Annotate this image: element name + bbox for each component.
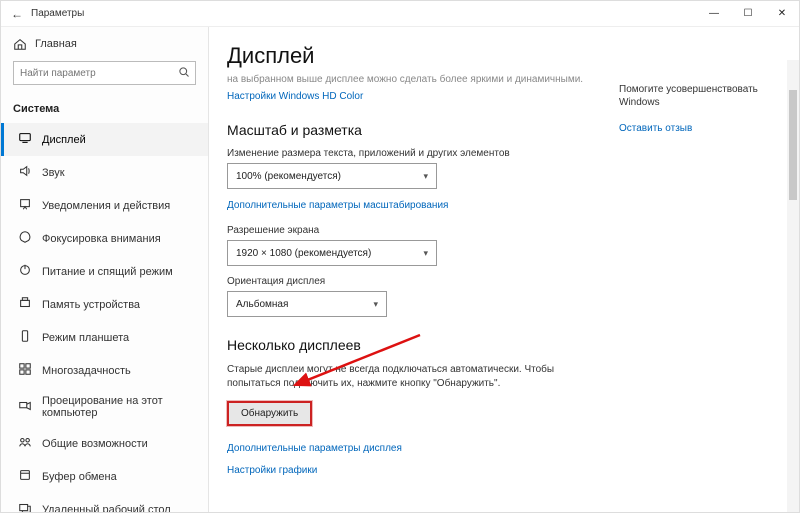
sidebar-item-icon (18, 329, 32, 346)
orientation-select[interactable]: Альбомная ▾ (227, 291, 387, 317)
multi-displays-heading: Несколько дисплеев (227, 337, 601, 353)
minimize-button[interactable]: — (697, 1, 731, 27)
sidebar-item-11[interactable]: Удаленный рабочий стол (1, 493, 208, 512)
feedback-link[interactable]: Оставить отзыв (619, 123, 692, 134)
aside-panel: Помогите усовершенствовать Windows Остав… (619, 27, 799, 512)
hd-color-link[interactable]: Настройки Windows HD Color (227, 91, 363, 102)
sidebar-item-8[interactable]: Проецирование на этот компьютер (1, 387, 208, 427)
chevron-down-icon: ▾ (373, 299, 378, 310)
sidebar-item-2[interactable]: Уведомления и действия (1, 189, 208, 222)
detect-button[interactable]: Обнаружить (227, 401, 312, 426)
orientation-label: Ориентация дисплея (227, 276, 601, 287)
sidebar-item-label: Режим планшета (42, 332, 129, 344)
sidebar-item-label: Фокусировка внимания (42, 233, 161, 245)
scale-value: 100% (рекомендуется) (236, 171, 341, 182)
sidebar-item-0[interactable]: Дисплей (1, 123, 208, 156)
sidebar-item-icon (18, 230, 32, 247)
sidebar-item-icon (18, 263, 32, 280)
advanced-scaling-link[interactable]: Дополнительные параметры масштабирования (227, 200, 448, 211)
scrollbar-thumb[interactable] (789, 90, 797, 200)
sidebar-list: Дисплей Звук Уведомления и действия Фокусир… (1, 123, 208, 512)
window-title: Параметры (31, 8, 84, 19)
sidebar-item-label: Питание и спящий режим (42, 266, 173, 278)
sidebar-item-label: Общие возможности (42, 438, 148, 450)
back-button[interactable]: ← (11, 7, 23, 21)
search-icon (178, 66, 190, 78)
sidebar-item-icon (18, 164, 32, 181)
sidebar-item-icon (18, 501, 32, 512)
sidebar-item-3[interactable]: Фокусировка внимания (1, 222, 208, 255)
sidebar-item-4[interactable]: Питание и спящий режим (1, 255, 208, 288)
sidebar-item-7[interactable]: Многозадачность (1, 354, 208, 387)
sidebar-item-label: Удаленный рабочий стол (42, 504, 171, 513)
home-label: Главная (35, 38, 77, 50)
sidebar-item-icon (18, 362, 32, 379)
resolution-label: Разрешение экрана (227, 225, 601, 236)
multi-displays-text: Старые дисплеи могут не всегда подключат… (227, 363, 557, 391)
scale-label: Изменение размера текста, приложений и д… (227, 148, 601, 159)
orientation-value: Альбомная (236, 299, 288, 310)
sidebar-item-icon (18, 197, 32, 214)
help-text: Помогите усовершенствовать Windows (619, 83, 783, 109)
close-button[interactable]: ✕ (765, 1, 799, 27)
sidebar-item-icon (18, 399, 32, 416)
sidebar-item-icon (18, 296, 32, 313)
sidebar-item-icon (18, 131, 32, 148)
advanced-display-link[interactable]: Дополнительные параметры дисплея (227, 443, 402, 454)
sidebar-item-label: Проецирование на этот компьютер (42, 395, 196, 419)
scale-select[interactable]: 100% (рекомендуется) ▾ (227, 163, 437, 189)
sidebar-item-label: Дисплей (42, 134, 86, 146)
search-input[interactable] (13, 61, 196, 85)
page-title: Дисплей (227, 43, 601, 69)
home-button[interactable]: Главная (13, 37, 196, 51)
scale-heading: Масштаб и разметка (227, 122, 601, 138)
sidebar-item-1[interactable]: Звук (1, 156, 208, 189)
resolution-value: 1920 × 1080 (рекомендуется) (236, 248, 371, 259)
main-content: Дисплей на выбранном выше дисплее можно … (209, 27, 619, 512)
sidebar-section-label: Система (1, 103, 208, 123)
chevron-down-icon: ▾ (423, 171, 428, 182)
sidebar-item-label: Уведомления и действия (42, 200, 170, 212)
intro-text: на выбранном выше дисплее можно сделать … (227, 73, 601, 86)
sidebar-item-5[interactable]: Память устройства (1, 288, 208, 321)
sidebar-item-6[interactable]: Режим планшета (1, 321, 208, 354)
sidebar-item-9[interactable]: Общие возможности (1, 427, 208, 460)
sidebar-item-label: Буфер обмена (42, 471, 117, 483)
sidebar: Главная Система Дисплей Звук Уведомления и… (1, 27, 209, 512)
sidebar-item-label: Память устройства (42, 299, 140, 311)
sidebar-item-10[interactable]: Буфер обмена (1, 460, 208, 493)
maximize-button[interactable]: ☐ (731, 1, 765, 27)
sidebar-item-icon (18, 468, 32, 485)
resolution-select[interactable]: 1920 × 1080 (рекомендуется) ▾ (227, 240, 437, 266)
sidebar-item-label: Многозадачность (42, 365, 131, 377)
chevron-down-icon: ▾ (423, 248, 428, 259)
home-icon (13, 37, 27, 51)
sidebar-item-label: Звук (42, 167, 65, 179)
scrollbar-track[interactable] (787, 60, 799, 512)
graphics-settings-link[interactable]: Настройки графики (227, 465, 317, 476)
sidebar-item-icon (18, 435, 32, 452)
titlebar: ← Параметры — ☐ ✕ (1, 1, 799, 27)
